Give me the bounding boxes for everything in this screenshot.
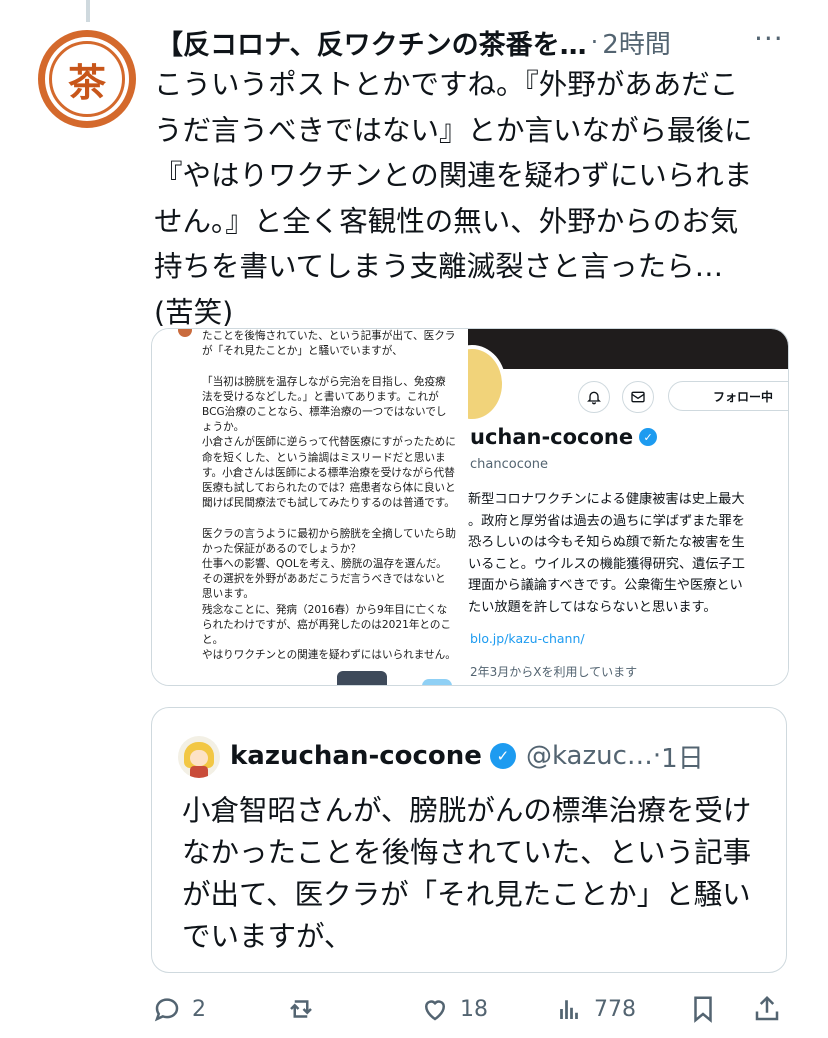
quoted-author-name: kazuchan-cocone [230,741,482,771]
article-text: たことを後悔されていた、という記事が出て、医クラが「それ見たことか」と騒いでいま… [202,330,456,662]
post-text: こういうポストとかですね。『外野がああだこうだ言うべきではない』とか言いながら最… [154,68,753,329]
article-thumbnail [337,671,387,685]
quoted-author-avatar [178,736,220,778]
action-bar: 2 18 778 [152,990,792,1034]
quoted-post-header: kazuchan-cocone ✓ @kazuc… · 1日 [230,736,776,776]
author-avatar[interactable]: 茶 [38,30,136,128]
article-screenshot: たことを後悔されていた、という記事が出て、医クラが「それ見たことか」と騒いでいま… [152,329,468,685]
profile-handle: chancocone [470,457,549,472]
like-button[interactable]: 18 [420,994,488,1024]
message-icon [622,381,654,413]
profile-name-text: uchan-cocone [470,425,634,449]
quoted-separator: · [652,741,662,771]
bookmark-button[interactable] [688,994,718,1024]
avatar-tea-glyph: 茶 [49,41,125,117]
repost-icon [290,1000,312,1018]
quoted-post-text: 小倉智昭さんが、膀胱がんの標準治療を受けなかったことを後悔されていた、という記事… [182,794,752,953]
view-count: 778 [594,996,636,1022]
bookmark-icon [694,996,712,1023]
post-timestamp[interactable]: 2時間 [602,24,671,61]
quoted-post[interactable]: kazuchan-cocone ✓ @kazuc… · 1日 小倉智昭さんが、膀… [151,707,787,973]
profile-banner [468,329,788,369]
reply-button[interactable]: 2 [152,994,206,1024]
following-button: フォロー中 [668,381,788,411]
article-thumbnail-2 [422,679,452,685]
quoted-author-handle: @kazuc… [525,741,653,771]
header-separator: · [590,28,599,56]
profile-screenshot: フォロー中 uchan-cocone ✓ chancocone 新型コロナワクチ… [468,329,788,685]
repost-button[interactable] [286,994,326,1024]
reply-icon [154,998,179,1022]
reply-count: 2 [192,996,206,1022]
profile-joined-date: 2年3月からXを利用しています [470,665,638,679]
quoted-timestamp: 1日 [661,743,704,774]
notify-icon [578,381,610,413]
share-icon [755,995,779,1021]
share-button[interactable] [752,994,782,1024]
profile-name: uchan-cocone ✓ [470,425,658,449]
profile-bio: 新型コロナワクチンによる健康被害は史上最大 。政府と厚労省は過去の過ちに学ばずま… [468,492,745,615]
verified-badge-icon: ✓ [489,743,516,769]
more-options-icon[interactable]: ··· [754,22,784,55]
views-button[interactable]: 778 [554,994,636,1024]
heart-icon [424,1000,446,1021]
post-header: 【反コロナ、反ワクチンの茶番を… · 2時間 [156,22,796,62]
post-media-image[interactable]: たことを後悔されていた、という記事が出て、医クラが「それ見たことか」と騒いでいま… [151,328,789,686]
article-avatar-stub [178,329,192,337]
thread-connector-line [86,0,90,22]
like-count: 18 [460,996,488,1022]
verified-badge-icon: ✓ [639,428,658,446]
profile-link: blo.jp/kazu-chann/ [470,631,585,646]
analytics-icon [560,1000,578,1019]
author-name[interactable]: 【反コロナ、反ワクチンの茶番を… [156,23,587,62]
